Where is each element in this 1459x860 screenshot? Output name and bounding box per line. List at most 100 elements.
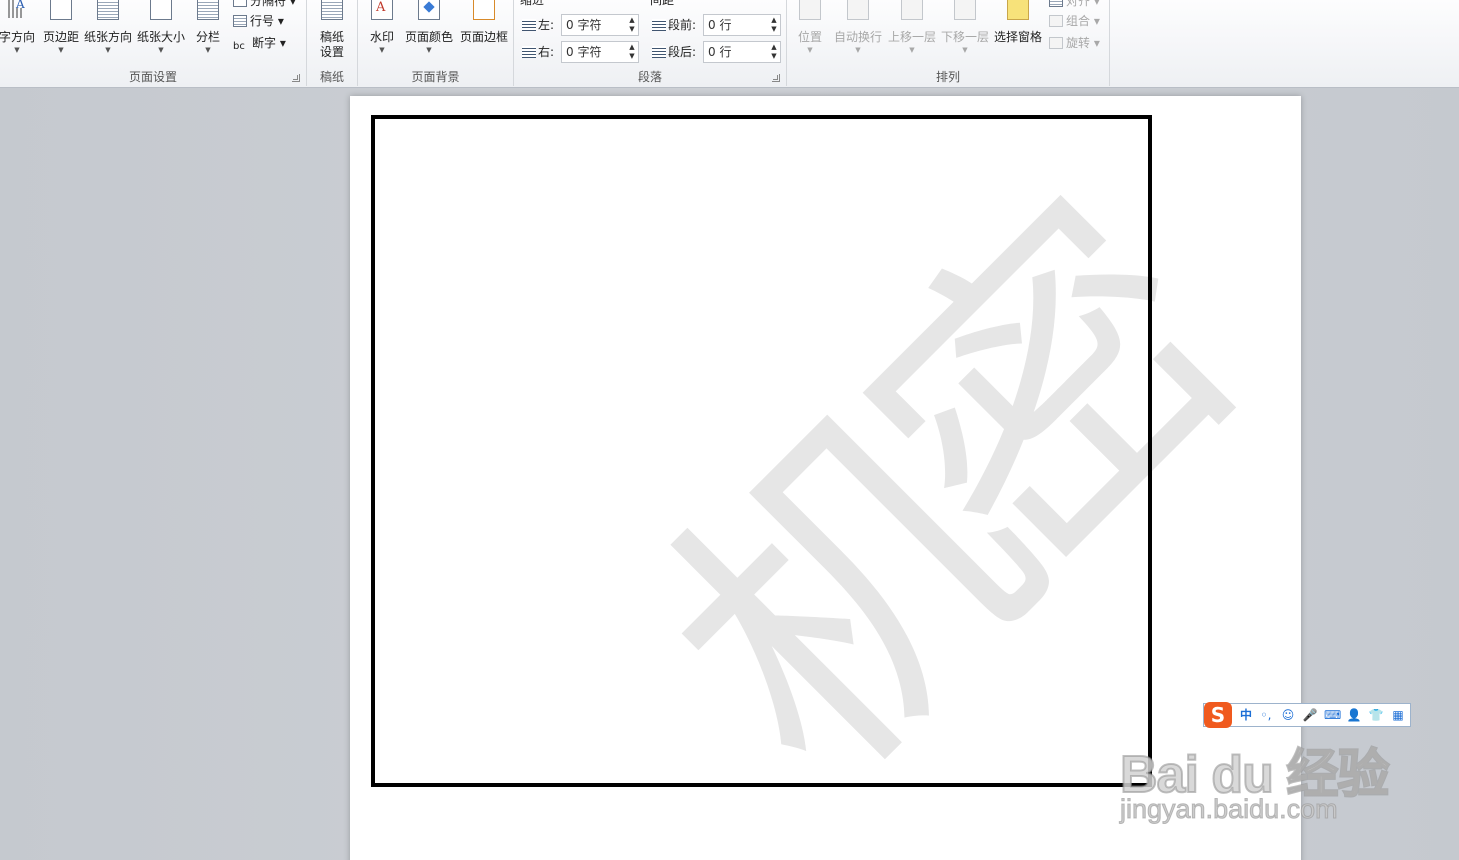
manuscript-group: 稿纸 设置 稿纸 bbox=[307, 0, 357, 88]
text-direction-label: 字方向 bbox=[0, 30, 35, 44]
chevron-down-icon: ▼ bbox=[426, 46, 432, 54]
wrap-text-icon bbox=[847, 0, 869, 20]
group-button[interactable]: 组合 ▾ bbox=[1049, 12, 1100, 30]
page-setup-dialog-launcher-icon[interactable] bbox=[292, 74, 300, 82]
chevron-down-icon: ▼ bbox=[14, 46, 20, 54]
manuscript-label-line1: 稿纸 bbox=[319, 30, 344, 44]
position-button[interactable]: 位置 ▼ bbox=[795, 0, 825, 62]
wrap-text-label: 自动换行 bbox=[833, 30, 882, 44]
line-numbers-button[interactable]: 行号 ▾ bbox=[233, 12, 284, 30]
spinner-arrows-icon[interactable]: ▲ ▼ bbox=[770, 16, 778, 34]
align-button[interactable]: 对齐 ▾ bbox=[1049, 0, 1100, 10]
group-divider bbox=[1109, 0, 1110, 86]
paper-size-icon bbox=[150, 0, 172, 20]
selection-pane-button[interactable]: 选择窗格 bbox=[993, 0, 1043, 62]
send-backward-label: 下移一层 bbox=[940, 30, 989, 44]
punctuation-icon[interactable]: ◦, bbox=[1258, 707, 1274, 723]
chevron-down-icon: ▼ bbox=[379, 46, 385, 54]
line-numbers-icon bbox=[233, 15, 247, 27]
page-setup-group-label: 页面设置 bbox=[128, 70, 177, 84]
page-color-button[interactable]: 页面颜色 ▼ bbox=[404, 0, 454, 62]
bring-forward-label: 上移一层 bbox=[887, 30, 936, 44]
text-direction-button[interactable]: A 字方向 ▼ bbox=[0, 0, 40, 62]
paint-bucket-icon bbox=[418, 0, 440, 20]
hyphenation-icon: bc bbox=[233, 41, 245, 52]
watermark-button[interactable]: A 水印 ▼ bbox=[366, 0, 398, 62]
spacing-after-icon bbox=[652, 46, 666, 58]
svg-text:A: A bbox=[375, 0, 386, 15]
emoji-icon[interactable]: ☺ bbox=[1280, 707, 1296, 723]
indent-right-row: 右: bbox=[522, 41, 554, 63]
document-area: 机密 bbox=[0, 88, 1459, 860]
text-direction-icon: A bbox=[6, 0, 28, 20]
margins-button[interactable]: 页边距 ▼ bbox=[40, 0, 82, 62]
columns-label: 分栏 bbox=[195, 30, 220, 44]
chevron-down-icon: ▼ bbox=[909, 46, 915, 54]
paragraph-group: 缩进 间距 左: 0 字符 ▲ ▼ 右: 0 字符 ▲ ▼ 段前: 0 行 ▲ ▼ 段… bbox=[514, 0, 786, 88]
toolbox-grid-icon[interactable]: ▦ bbox=[1390, 707, 1406, 723]
watermark-label: 水印 bbox=[369, 30, 394, 44]
indent-left-input[interactable]: 0 字符 ▲ ▼ bbox=[561, 14, 639, 36]
page-color-label: 页面颜色 bbox=[404, 30, 453, 44]
sogou-logo-icon[interactable]: S bbox=[1204, 702, 1232, 728]
page-border-frame bbox=[371, 115, 1152, 787]
chevron-down-icon: ▼ bbox=[807, 46, 813, 54]
indent-left-row: 左: bbox=[522, 14, 554, 36]
paragraph-group-label: 段落 bbox=[637, 70, 662, 84]
columns-icon bbox=[197, 0, 219, 20]
user-icon[interactable]: 👤 bbox=[1346, 707, 1362, 723]
skin-shirt-icon[interactable]: 👕 bbox=[1368, 707, 1384, 723]
chevron-down-icon: ▼ bbox=[962, 46, 968, 54]
page-setup-group: A 字方向 ▼ 页边距 ▼ 纸张方向 ▼ 纸张大小 ▼ 分栏 ▼ 分隔符 ▾ 行… bbox=[0, 0, 306, 88]
wrap-text-button[interactable]: 自动换行 ▼ bbox=[833, 0, 883, 62]
spinner-arrows-icon[interactable]: ▲ ▼ bbox=[628, 16, 636, 34]
document-page[interactable]: 机密 bbox=[350, 96, 1301, 860]
keyboard-icon[interactable]: ⌨ bbox=[1324, 707, 1341, 723]
arrange-group: 位置 ▼ 自动换行 ▼ 上移一层 ▼ 下移一层 ▼ 选择窗格 对齐 ▾ 组合 ▾ bbox=[787, 0, 1109, 88]
chevron-down-icon: ▼ bbox=[855, 46, 861, 54]
send-backward-icon bbox=[954, 0, 976, 20]
breaks-button[interactable]: 分隔符 ▾ bbox=[233, 0, 296, 10]
hyphenation-button[interactable]: bc 断字 ▾ bbox=[233, 34, 286, 52]
spinner-arrows-icon[interactable]: ▲ ▼ bbox=[628, 43, 636, 61]
manuscript-icon bbox=[321, 0, 343, 20]
arrange-group-label: 排列 bbox=[935, 70, 960, 84]
breaks-label: 分隔符 bbox=[250, 0, 287, 8]
manuscript-settings-button[interactable]: 稿纸 设置 bbox=[313, 0, 351, 62]
orientation-button[interactable]: 纸张方向 ▼ bbox=[84, 0, 132, 62]
chinese-mode-icon[interactable]: 中 bbox=[1238, 707, 1254, 723]
orientation-label: 纸张方向 bbox=[84, 30, 133, 44]
size-button[interactable]: 纸张大小 ▼ bbox=[136, 0, 186, 62]
spacing-before-input[interactable]: 0 行 ▲ ▼ bbox=[703, 14, 781, 36]
columns-button[interactable]: 分栏 ▼ bbox=[192, 0, 224, 62]
send-backward-button[interactable]: 下移一层 ▼ bbox=[940, 0, 990, 62]
manuscript-group-label: 稿纸 bbox=[319, 70, 344, 84]
spinner-arrows-icon[interactable]: ▲ ▼ bbox=[770, 43, 778, 61]
hyphenation-label: 断字 bbox=[252, 36, 277, 50]
indent-right-value: 0 字符 bbox=[566, 45, 602, 59]
page-background-group-label: 页面背景 bbox=[411, 70, 460, 84]
chevron-down-icon: ▼ bbox=[158, 46, 164, 54]
ime-toolbar[interactable]: S 中 ◦, ☺ 🎤 ⌨ 👤 👕 ▦ bbox=[1203, 702, 1411, 728]
spacing-after-value: 0 行 bbox=[708, 45, 732, 59]
bring-forward-icon bbox=[901, 0, 923, 20]
microphone-icon[interactable]: 🎤 bbox=[1302, 707, 1318, 723]
manuscript-label-line2: 设置 bbox=[319, 45, 344, 59]
indent-header: 缩进 bbox=[520, 0, 545, 7]
indent-left-label: 左: bbox=[538, 18, 555, 32]
spacing-after-label: 段后: bbox=[668, 45, 697, 59]
indent-right-input[interactable]: 0 字符 ▲ ▼ bbox=[561, 41, 639, 63]
page-borders-button[interactable]: 页面边框 bbox=[458, 0, 510, 62]
watermark-icon: A bbox=[371, 0, 393, 20]
spacing-before-row: 段前: bbox=[652, 14, 696, 36]
rotate-button[interactable]: 旋转 ▾ bbox=[1049, 34, 1100, 52]
spacing-after-input[interactable]: 0 行 ▲ ▼ bbox=[703, 41, 781, 63]
margins-label: 页边距 bbox=[42, 30, 79, 44]
indent-right-icon bbox=[522, 46, 536, 58]
bring-forward-button[interactable]: 上移一层 ▼ bbox=[887, 0, 937, 62]
spacing-before-icon bbox=[652, 19, 666, 31]
breaks-icon bbox=[233, 0, 247, 7]
chevron-down-icon: ▼ bbox=[58, 46, 64, 54]
paragraph-dialog-launcher-icon[interactable] bbox=[772, 74, 780, 82]
page-border-icon bbox=[473, 0, 495, 20]
